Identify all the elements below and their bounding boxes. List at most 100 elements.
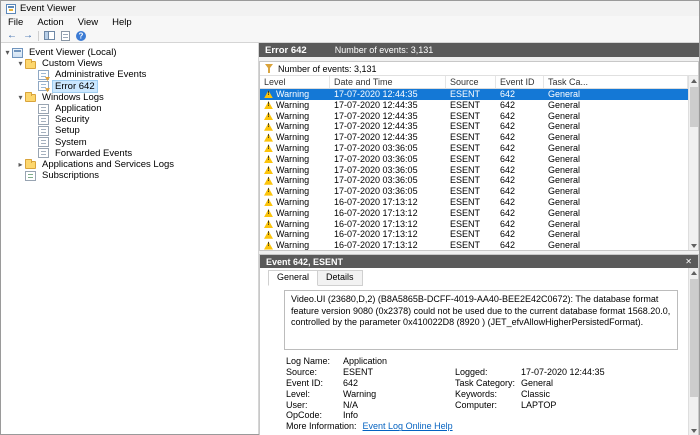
source-cell: ESENT bbox=[446, 121, 496, 132]
close-icon[interactable] bbox=[682, 257, 692, 267]
event-id-cell: 642 bbox=[496, 143, 544, 154]
event-row[interactable]: Warning 16-07-2020 17:13:12 ESENT 642 Ge… bbox=[260, 240, 688, 250]
show-console-tree-icon[interactable] bbox=[44, 31, 55, 40]
event-id-cell: 642 bbox=[496, 165, 544, 176]
menu-view[interactable]: View bbox=[71, 17, 105, 28]
task-category-cell: General bbox=[544, 100, 688, 111]
datetime-cell: 17-07-2020 12:44:35 bbox=[330, 100, 446, 111]
toolbar bbox=[1, 29, 699, 43]
tab-details[interactable]: Details bbox=[317, 270, 363, 286]
sidebar-item-application[interactable]: Application bbox=[1, 103, 258, 114]
sidebar-item-event-viewer-local-[interactable]: ▾ Event Viewer (Local) bbox=[1, 47, 258, 58]
preview-pane-header: Event 642, ESENT bbox=[260, 255, 698, 268]
column-header-source[interactable]: Source bbox=[446, 76, 496, 88]
field-label: Event ID: bbox=[286, 378, 343, 389]
warning-icon bbox=[264, 123, 273, 131]
event-id-cell: 642 bbox=[496, 175, 544, 186]
field-label-2: Logged: bbox=[455, 367, 521, 378]
warning-icon bbox=[264, 90, 273, 98]
expander-icon[interactable]: ▾ bbox=[3, 48, 12, 57]
datetime-cell: 17-07-2020 03:36:05 bbox=[330, 143, 446, 154]
event-row[interactable]: Warning 17-07-2020 03:36:05 ESENT 642 Ge… bbox=[260, 175, 688, 186]
menu-file[interactable]: File bbox=[1, 17, 30, 28]
field-label-2 bbox=[455, 356, 521, 367]
scroll-up-icon[interactable] bbox=[689, 76, 699, 86]
export-list-icon[interactable] bbox=[61, 31, 70, 41]
expander-icon[interactable]: ▸ bbox=[16, 160, 25, 169]
field-row: OpCode: Info bbox=[286, 410, 688, 421]
tree-item-label: Security bbox=[53, 114, 91, 125]
warning-icon bbox=[264, 177, 273, 185]
help-icon[interactable] bbox=[76, 31, 86, 41]
event-row[interactable]: Warning 16-07-2020 17:13:12 ESENT 642 Ge… bbox=[260, 229, 688, 240]
field-value-2: LAPTOP bbox=[521, 400, 688, 411]
event-row[interactable]: Warning 16-07-2020 17:13:12 ESENT 642 Ge… bbox=[260, 208, 688, 219]
field-label: More Information: bbox=[286, 421, 357, 432]
event-row[interactable]: Warning 17-07-2020 12:44:35 ESENT 642 Ge… bbox=[260, 100, 688, 111]
warning-icon bbox=[264, 155, 273, 163]
level-cell-label: Warning bbox=[276, 229, 309, 240]
column-header-task-category[interactable]: Task Ca... bbox=[544, 76, 688, 88]
results-header-count: Number of events: 3,131 bbox=[335, 45, 434, 55]
detail-scrollbar[interactable] bbox=[688, 268, 698, 435]
event-list-scrollbar-thumb[interactable] bbox=[690, 87, 698, 127]
column-header-level[interactable]: Level bbox=[260, 76, 330, 88]
event-row[interactable]: Warning 17-07-2020 12:44:35 ESENT 642 Ge… bbox=[260, 111, 688, 122]
datetime-cell: 17-07-2020 03:36:05 bbox=[330, 186, 446, 197]
event-table-body: Warning 17-07-2020 12:44:35 ESENT 642 Ge… bbox=[260, 89, 688, 250]
sidebar-item-security[interactable]: Security bbox=[1, 114, 258, 125]
sidebar-item-setup[interactable]: Setup bbox=[1, 125, 258, 136]
field-value-2: General bbox=[521, 378, 688, 389]
event-row[interactable]: Warning 17-07-2020 12:44:35 ESENT 642 Ge… bbox=[260, 132, 688, 143]
field-value-2: Classic bbox=[521, 389, 688, 400]
level-cell-label: Warning bbox=[276, 154, 309, 165]
event-row[interactable]: Warning 17-07-2020 12:44:35 ESENT 642 Ge… bbox=[260, 89, 688, 100]
window-title: Event Viewer bbox=[20, 3, 76, 14]
menu-action[interactable]: Action bbox=[30, 17, 70, 28]
source-cell: ESENT bbox=[446, 154, 496, 165]
level-cell-label: Warning bbox=[276, 197, 309, 208]
level-cell-label: Warning bbox=[276, 208, 309, 219]
field-value: Warning bbox=[343, 389, 455, 400]
event-row[interactable]: Warning 17-07-2020 12:44:35 ESENT 642 Ge… bbox=[260, 121, 688, 132]
tab-general[interactable]: General bbox=[268, 270, 318, 286]
event-row[interactable]: Warning 17-07-2020 03:36:05 ESENT 642 Ge… bbox=[260, 186, 688, 197]
sidebar-item-applications-and-services-logs[interactable]: ▸ Applications and Services Logs bbox=[1, 159, 258, 170]
forward-icon[interactable] bbox=[22, 30, 34, 42]
tree-icon bbox=[38, 148, 49, 158]
tree-item-label: Setup bbox=[53, 125, 82, 136]
event-row[interactable]: Warning 16-07-2020 17:13:12 ESENT 642 Ge… bbox=[260, 197, 688, 208]
sidebar-item-error-642[interactable]: Error 642 bbox=[1, 81, 258, 92]
detail-scroll-up-icon[interactable] bbox=[689, 268, 699, 278]
column-header-date-and-time[interactable]: Date and Time bbox=[330, 76, 446, 88]
task-category-cell: General bbox=[544, 219, 688, 230]
sidebar-item-forwarded-events[interactable]: Forwarded Events bbox=[1, 148, 258, 159]
source-cell: ESENT bbox=[446, 240, 496, 250]
content-pane: Error 642 Number of events: 3,131 Number… bbox=[259, 43, 699, 434]
sidebar-item-custom-views[interactable]: ▾ Custom Views bbox=[1, 58, 258, 69]
warning-icon bbox=[264, 112, 273, 120]
field-label: OpCode: bbox=[286, 410, 343, 421]
detail-scrollbar-thumb[interactable] bbox=[690, 279, 698, 397]
event-list-scrollbar[interactable] bbox=[688, 76, 698, 250]
event-row[interactable]: Warning 17-07-2020 03:36:05 ESENT 642 Ge… bbox=[260, 154, 688, 165]
expander-icon[interactable]: ▾ bbox=[16, 93, 25, 102]
event-row[interactable]: Warning 17-07-2020 03:36:05 ESENT 642 Ge… bbox=[260, 165, 688, 176]
expander-icon[interactable]: ▾ bbox=[16, 59, 25, 68]
sidebar-item-windows-logs[interactable]: ▾ Windows Logs bbox=[1, 92, 258, 103]
scroll-down-icon[interactable] bbox=[689, 240, 699, 250]
sidebar-item-system[interactable]: System bbox=[1, 137, 258, 148]
column-header-event-id[interactable]: Event ID bbox=[496, 76, 544, 88]
back-icon[interactable] bbox=[6, 30, 18, 42]
warning-icon bbox=[264, 101, 273, 109]
sidebar-item-administrative-events[interactable]: Administrative Events bbox=[1, 69, 258, 80]
event-id-cell: 642 bbox=[496, 219, 544, 230]
event-log-online-help-link[interactable]: Event Log Online Help bbox=[363, 421, 453, 432]
event-row[interactable]: Warning 16-07-2020 17:13:12 ESENT 642 Ge… bbox=[260, 219, 688, 230]
sidebar-item-subscriptions[interactable]: Subscriptions bbox=[1, 170, 258, 181]
tree-icon bbox=[38, 126, 49, 136]
menu-help[interactable]: Help bbox=[105, 17, 139, 28]
event-row[interactable]: Warning 17-07-2020 03:36:05 ESENT 642 Ge… bbox=[260, 143, 688, 154]
source-cell: ESENT bbox=[446, 175, 496, 186]
detail-scroll-down-icon[interactable] bbox=[689, 425, 699, 435]
